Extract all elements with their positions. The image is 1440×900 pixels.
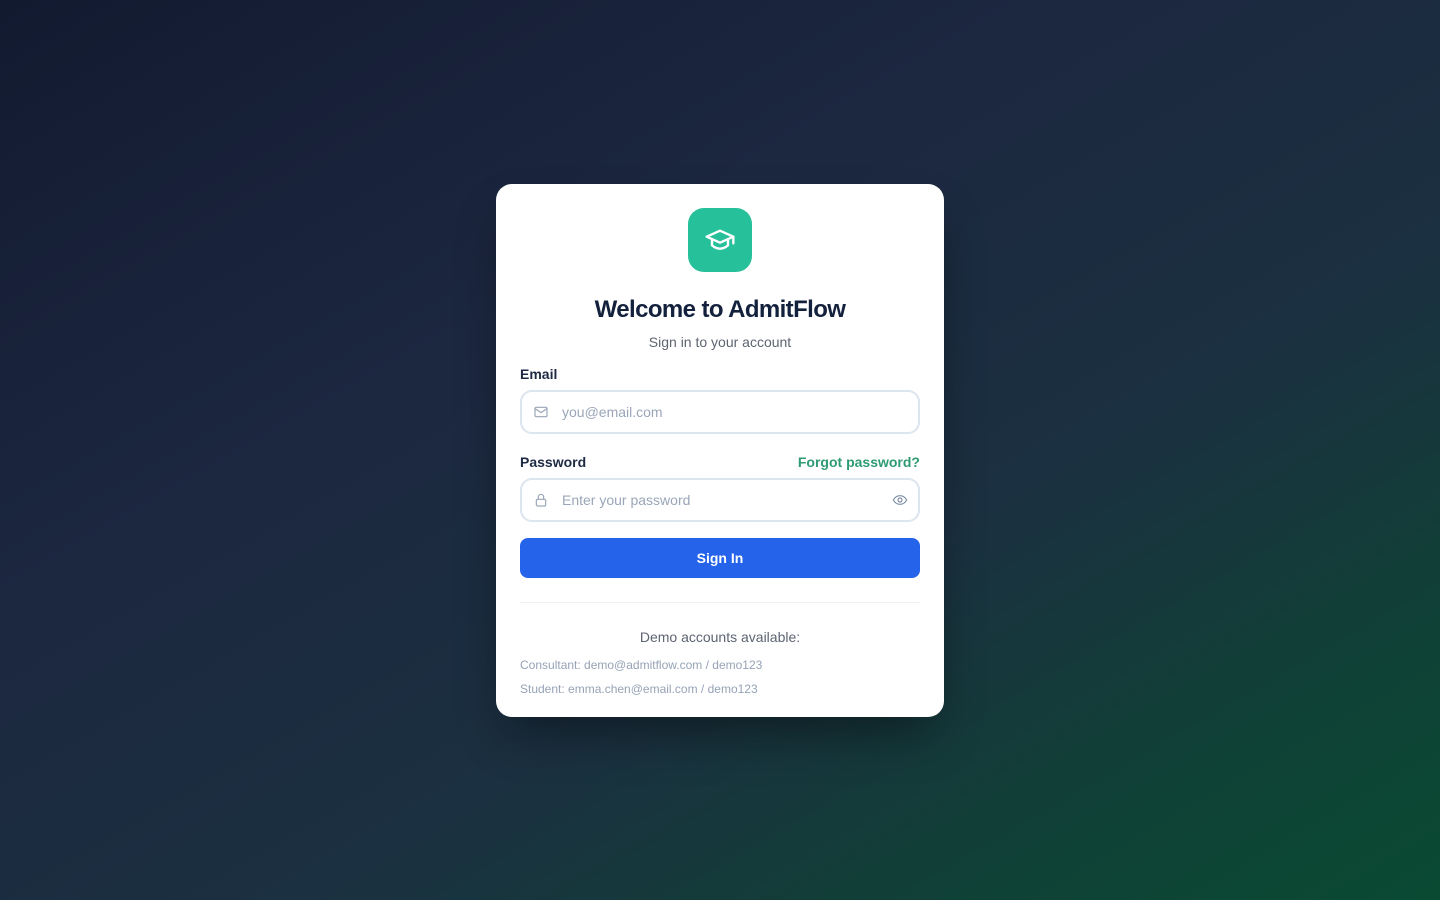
mail-icon: [534, 406, 548, 418]
password-input-wrap[interactable]: [520, 478, 920, 522]
password-label: Password: [520, 454, 587, 470]
sign-in-button[interactable]: Sign In: [520, 538, 920, 578]
demo-account-consultant: Consultant: demo@admitflow.com / demo123: [520, 658, 763, 672]
password-label-row: Password Forgot password?: [520, 452, 920, 472]
logo-wrap: [520, 208, 920, 272]
password-input[interactable]: [522, 480, 918, 520]
lock-icon: [535, 493, 547, 507]
demo-account-student: Student: emma.chen@email.com / demo123: [520, 682, 758, 696]
page-subtitle: Sign in to your account: [648, 334, 792, 350]
email-label-row: Email: [520, 364, 920, 384]
app-logo: [688, 208, 752, 272]
email-field-group: Email: [520, 364, 920, 434]
email-input[interactable]: [522, 392, 918, 432]
email-input-wrap[interactable]: [520, 390, 920, 434]
login-card: Welcome to AdmitFlow Sign in to your acc…: [496, 184, 944, 717]
eye-icon[interactable]: [892, 492, 908, 508]
divider: [520, 602, 920, 603]
password-field-group: Password Forgot password?: [520, 452, 920, 522]
email-label: Email: [520, 366, 558, 382]
demo-accounts-title: Demo accounts available:: [639, 629, 801, 645]
graduation-cap-icon: [705, 229, 735, 250]
page-title: Welcome to AdmitFlow: [594, 296, 846, 323]
forgot-password-link[interactable]: Forgot password?: [798, 454, 920, 470]
